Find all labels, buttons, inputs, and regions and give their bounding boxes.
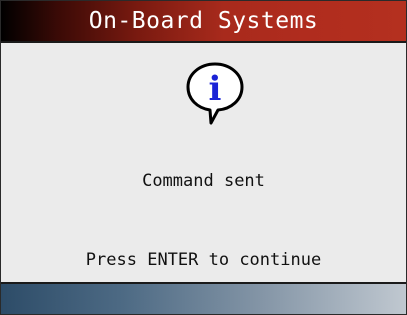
continue-prompt: Press ENTER to continue	[85, 250, 322, 270]
bottom-bar	[1, 282, 406, 314]
svg-text:i: i	[209, 69, 222, 109]
screen-title: On-Board Systems	[88, 8, 319, 34]
status-message: Command sent	[142, 171, 265, 191]
title-bar: On-Board Systems	[1, 1, 406, 43]
info-icon: i	[186, 62, 244, 125]
scan-tool-screen: On-Board Systems i Command sent Press EN…	[0, 0, 407, 315]
